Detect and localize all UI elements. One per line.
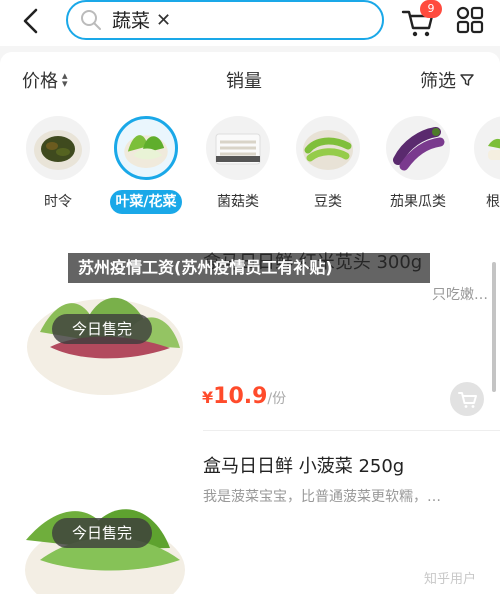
price-unit: /份 [267, 391, 287, 407]
category-grid-icon[interactable] [456, 6, 484, 34]
category-label: 叶菜/花菜 [110, 190, 182, 214]
sort-sales-button[interactable]: 销量 [226, 68, 262, 92]
filter-button[interactable]: 筛选 [420, 68, 474, 92]
filter-icon [460, 74, 474, 86]
category-item[interactable]: 菌菇类 [198, 116, 278, 216]
top-bar: 蔬菜 ✕ 9 [0, 0, 500, 46]
back-arrow-icon[interactable] [18, 6, 44, 36]
product-card[interactable]: 今日售完 盒马日日鲜 红米苋头 300g 只吃嫩… ¥10.9/份 [0, 222, 500, 416]
sort-price-label: 价格 [22, 71, 58, 92]
cart-count-badge: 9 [420, 0, 442, 18]
product-description: 只吃嫩… [432, 287, 488, 303]
root-veg-icon [474, 116, 500, 180]
bok-choy-icon [114, 116, 178, 180]
category-item[interactable]: 根 [466, 116, 500, 216]
mushroom-icon [206, 116, 270, 180]
category-item[interactable]: 豆类 [288, 116, 368, 216]
watermark: 知乎用户 [424, 572, 477, 587]
product-description: 我是菠菜宝宝，比普通菠菜更软糯，… [203, 489, 441, 505]
category-item[interactable]: 茄果瓜类 [378, 116, 458, 216]
product-price: ¥10.9/份 [202, 384, 286, 409]
sort-arrows-icon: ▴ ▾ [62, 69, 68, 90]
sort-bar: 价格 ▴ ▾ 销量 筛选 [0, 52, 500, 106]
category-item-active[interactable]: 叶菜/花菜 [106, 116, 186, 216]
edamame-icon [296, 116, 360, 180]
category-label: 菌菇类 [217, 194, 259, 210]
filter-label: 筛选 [420, 71, 456, 92]
price-value: 10.9 [213, 384, 268, 409]
sold-out-badge: 今日售完 [52, 518, 152, 548]
category-label: 时令 [44, 194, 72, 210]
search-input[interactable]: 蔬菜 ✕ [66, 0, 384, 40]
category-label: 豆类 [314, 194, 342, 210]
category-label: 茄果瓜类 [390, 194, 446, 210]
sort-price-button[interactable]: 价格 ▴ ▾ [22, 68, 68, 92]
herb-dish-icon [26, 116, 90, 180]
overlay-banner: 苏州疫情工资(苏州疫情员工有补贴) [68, 253, 430, 283]
search-query-text: 蔬菜 [112, 10, 151, 32]
sold-out-badge: 今日售完 [52, 314, 152, 344]
price-symbol: ¥ [202, 388, 214, 407]
search-icon [81, 10, 101, 30]
sort-sales-label: 销量 [226, 71, 262, 92]
category-item[interactable]: 时令 [18, 116, 98, 216]
add-to-cart-button[interactable] [450, 382, 484, 416]
cart-icon [458, 392, 477, 408]
product-title: 盒马日日鲜 小菠菜 250g [203, 456, 405, 477]
category-bar: 时令 叶菜/花菜 菌菇类 豆类 茄果瓜类 根 [0, 106, 500, 222]
category-label: 根 [486, 194, 500, 210]
search-query-chip[interactable]: 蔬菜 ✕ [112, 7, 171, 35]
scrollbar[interactable] [492, 262, 496, 392]
eggplant-icon [386, 116, 450, 180]
close-icon[interactable]: ✕ [156, 7, 171, 35]
